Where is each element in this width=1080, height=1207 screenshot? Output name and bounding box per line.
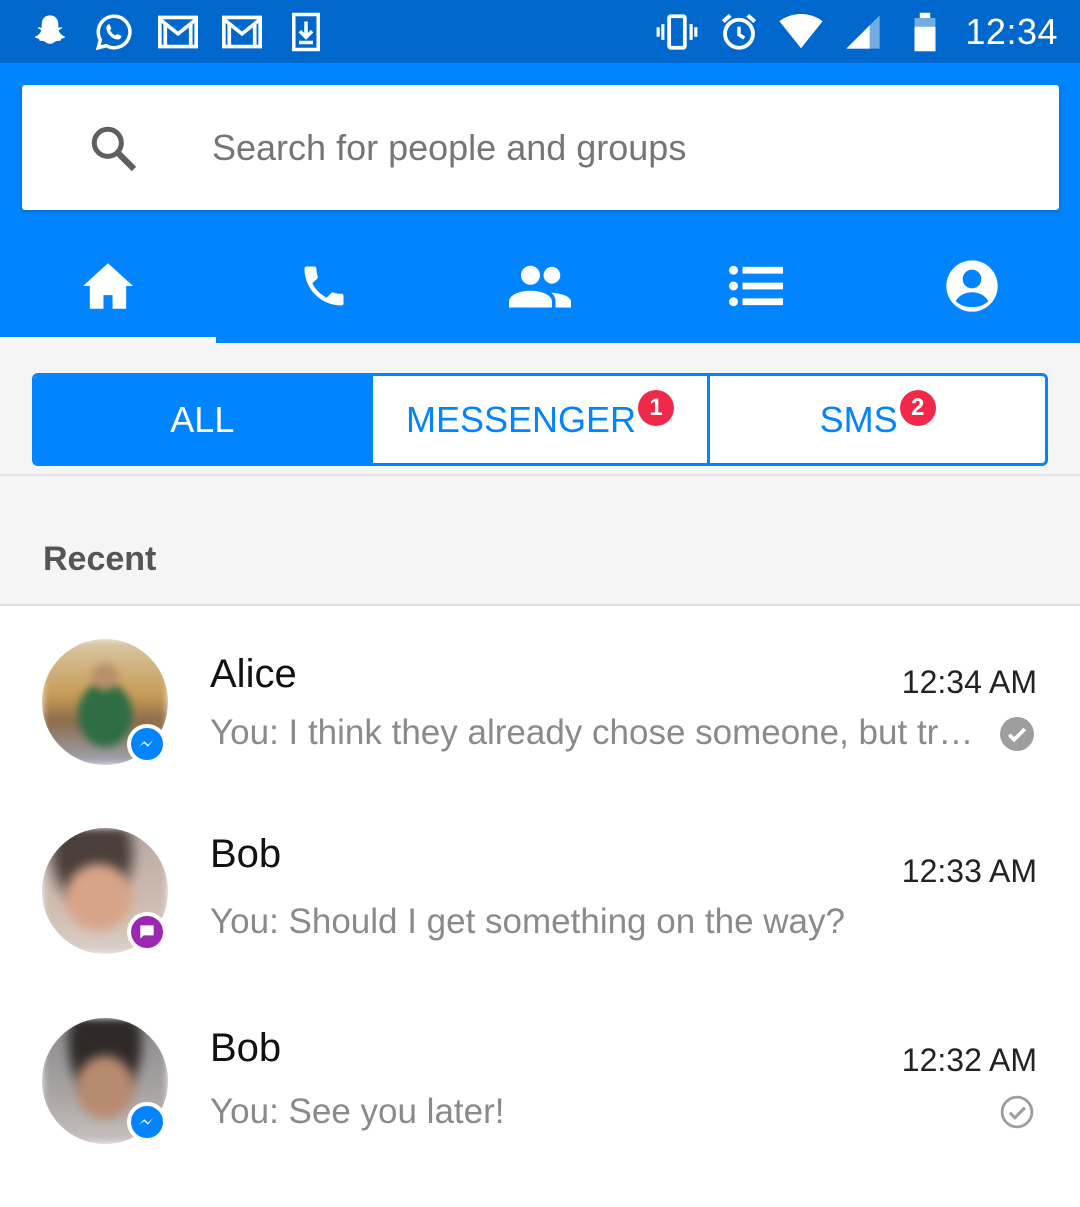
conversation-row[interactable]: Bob 12:32 AM You: See you later! [0, 988, 1080, 1178]
message-snippet: You: Should I get something on the way? [210, 902, 845, 941]
tab-people[interactable] [432, 228, 648, 343]
signal-icon [841, 10, 885, 54]
filter-sms-label: SMS [819, 398, 898, 440]
app-header [0, 63, 1080, 343]
section-title: Recent [43, 540, 157, 578]
filter-all-label: ALL [170, 398, 235, 440]
notification-icons [28, 10, 328, 54]
gmail-icon [220, 10, 264, 54]
list-icon [729, 265, 783, 306]
whatsapp-icon [92, 10, 136, 54]
status-time: 12:34 [965, 11, 1058, 52]
gmail-icon [156, 10, 200, 54]
filter-messenger-label: MESSENGER [405, 398, 637, 440]
download-icon [284, 10, 328, 54]
snapchat-icon [28, 10, 72, 54]
search-input[interactable] [212, 113, 1032, 183]
tab-profile[interactable] [864, 228, 1080, 343]
filter-bar: ALL MESSENGER 1 SMS 2 [0, 343, 1080, 476]
filter-segmented-control: ALL MESSENGER 1 SMS 2 [32, 373, 1048, 466]
unread-badge: 2 [899, 389, 936, 426]
alarm-icon [717, 10, 761, 54]
seen-check-icon [1000, 717, 1034, 751]
search-icon [91, 126, 137, 172]
tab-calls[interactable] [216, 228, 432, 343]
battery-icon [903, 10, 947, 54]
conversation-row[interactable]: Alice 12:34 AM You: I think they already… [0, 608, 1080, 798]
filter-all[interactable]: ALL [35, 376, 370, 463]
message-time: 12:33 AM [901, 853, 1037, 889]
vibrate-icon [655, 10, 699, 54]
sent-check-icon [1000, 1095, 1034, 1129]
search-bar[interactable] [22, 85, 1059, 210]
messenger-icon [127, 724, 167, 764]
message-time: 12:34 AM [901, 664, 1037, 700]
wifi-icon [779, 10, 824, 54]
home-icon [83, 262, 133, 309]
message-snippet: You: See you later! [210, 1092, 505, 1131]
unread-badge: 1 [638, 389, 675, 426]
contact-name: Bob [210, 832, 282, 876]
tab-lists[interactable] [648, 228, 864, 343]
profile-icon [946, 259, 998, 312]
nav-tabs [0, 228, 1080, 343]
filter-sms[interactable]: SMS 2 [707, 376, 1045, 463]
messenger-icon [127, 1102, 167, 1142]
filter-messenger[interactable]: MESSENGER 1 [369, 376, 708, 463]
section-header: Recent [0, 476, 1080, 606]
contact-name: Alice [210, 652, 297, 696]
system-icons: 12:34 [655, 10, 1058, 54]
tab-home[interactable] [0, 228, 216, 343]
contact-name: Bob [210, 1026, 282, 1070]
message-time: 12:32 AM [901, 1042, 1037, 1078]
sms-icon [127, 912, 167, 952]
conversation-list: Alice 12:34 AM You: I think they already… [0, 608, 1080, 1178]
conversation-row[interactable]: Bob 12:33 AM You: Should I get something… [0, 798, 1080, 988]
phone-icon [304, 266, 344, 305]
message-snippet: You: I think they already chose someone,… [210, 713, 974, 752]
people-icon [509, 265, 571, 307]
status-bar: 12:34 [0, 0, 1080, 63]
